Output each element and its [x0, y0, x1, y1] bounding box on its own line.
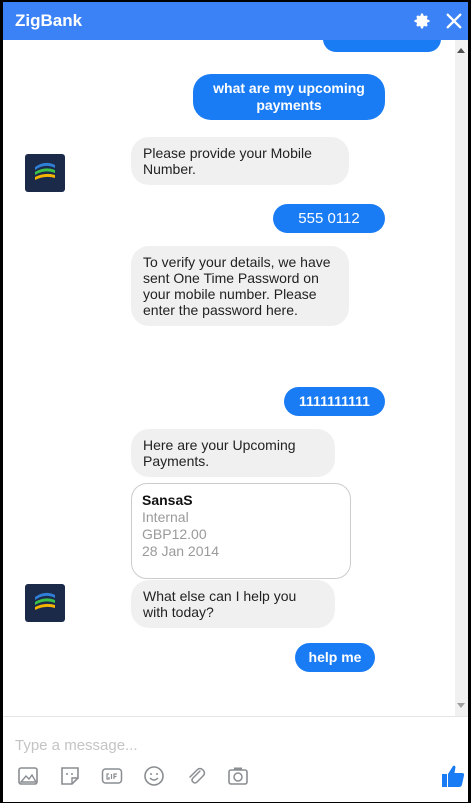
payment-date: 28 Jan 2014	[142, 543, 220, 559]
zigbank-logo-icon	[35, 162, 55, 180]
payment-type: Internal	[142, 509, 189, 525]
scroll-up-icon[interactable]	[457, 48, 465, 53]
message-list[interactable]: what are my upcoming payments Please pro…	[3, 40, 455, 716]
user-message: help me	[295, 643, 375, 672]
close-icon[interactable]	[445, 12, 463, 30]
message-input[interactable]: Type a message...	[15, 737, 138, 754]
attachment-icon[interactable]	[185, 765, 207, 787]
camera-icon[interactable]	[227, 765, 249, 787]
chat-title: ZigBank	[15, 11, 83, 30]
scroll-down-icon[interactable]	[457, 703, 465, 708]
user-message: 1111111111	[284, 387, 385, 416]
sticker-icon[interactable]	[59, 765, 81, 787]
zigbank-logo-icon	[35, 592, 55, 610]
user-message: 555 0112	[273, 204, 385, 233]
bot-message: Please provide your Mobile Number.	[131, 137, 349, 185]
bot-message: What else can I help you with today?	[131, 580, 335, 628]
message-scrollbar[interactable]	[455, 40, 468, 716]
gif-icon[interactable]	[101, 765, 123, 787]
chat-window: ZigBank what are my upcoming payments Pl…	[0, 0, 471, 803]
bot-message: Here are your Upcoming Payments.	[131, 429, 335, 477]
image-icon[interactable]	[17, 765, 39, 787]
thumbs-up-icon[interactable]	[440, 763, 466, 789]
payment-amount: GBP12.00	[142, 526, 207, 542]
emoji-icon[interactable]	[143, 765, 165, 787]
chat-header: ZigBank	[3, 2, 468, 40]
bot-message: To verify your details, we have sent One…	[131, 246, 349, 326]
payment-card[interactable]: SansaS Internal GBP12.00 28 Jan 2014	[131, 483, 351, 579]
payee-name: SansaS	[142, 492, 193, 508]
clipped-user-bubble	[323, 40, 441, 52]
bot-avatar	[25, 154, 65, 192]
settings-gear-icon[interactable]	[413, 12, 431, 30]
user-message: what are my upcoming payments	[193, 74, 385, 120]
bot-avatar	[25, 584, 65, 622]
composer: Type a message...	[3, 716, 468, 802]
